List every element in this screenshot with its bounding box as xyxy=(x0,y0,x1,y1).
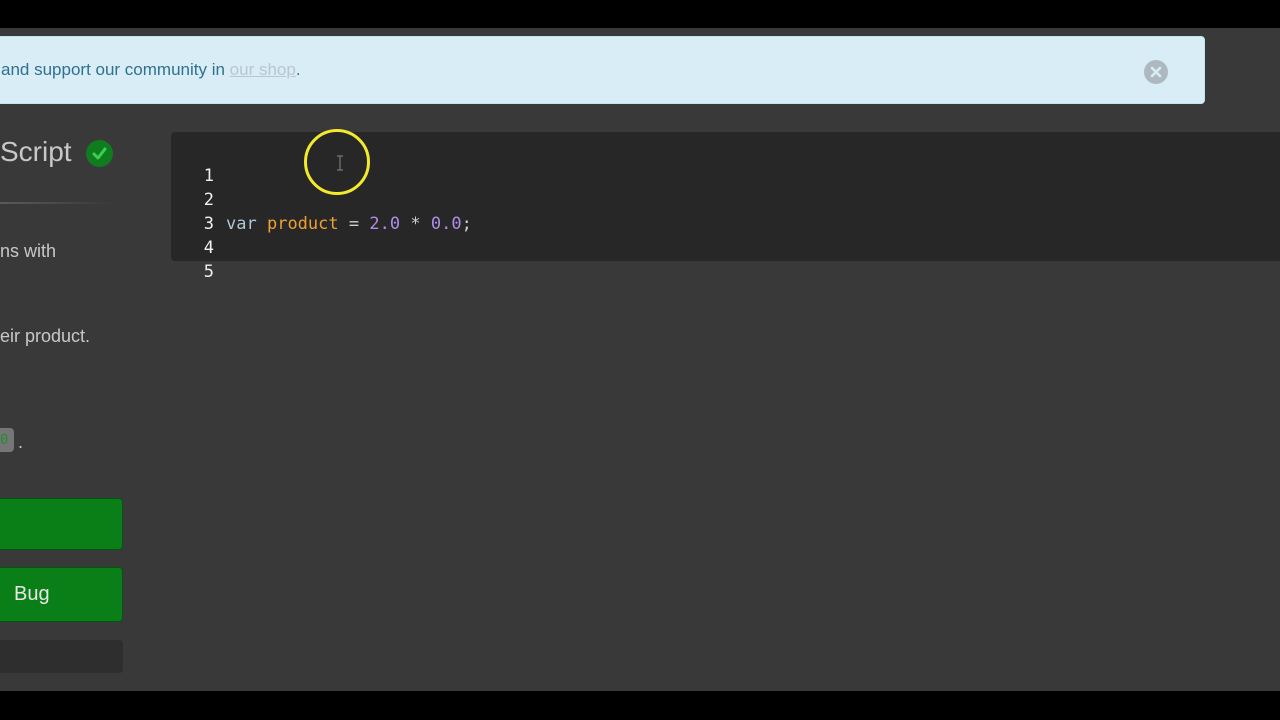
banner-text: and support our community in our shop. xyxy=(1,60,301,80)
shop-link[interactable]: our shop xyxy=(230,60,296,79)
page-viewport: and support our community in our shop. S… xyxy=(0,28,1280,691)
semicolon-token: ; xyxy=(461,214,472,234)
banner-message: and support our community in xyxy=(1,60,230,79)
variable-token: product xyxy=(266,214,339,234)
code-line[interactable]: 5 xyxy=(171,236,232,282)
code-line[interactable]: 1 xyxy=(171,140,232,186)
exercise-title: Script xyxy=(0,136,72,167)
banner-end: . xyxy=(295,60,301,79)
info-banner: and support our community in our shop. xyxy=(0,36,1205,104)
inline-code: 0 xyxy=(0,428,15,452)
code-line[interactable]: 4 xyxy=(171,212,232,258)
number-token: 0.0 xyxy=(430,214,462,234)
code-text: var product = 2.0 * 0.0; xyxy=(226,212,472,236)
report-bug-label: Bug xyxy=(14,583,50,605)
operator-token: * xyxy=(410,214,421,234)
inline-code-end: . xyxy=(18,432,24,452)
operator-token: = xyxy=(348,214,360,234)
secondary-button[interactable] xyxy=(0,640,123,673)
code-line[interactable]: 3 xyxy=(171,188,232,234)
description-line-2: eir product. xyxy=(0,326,91,346)
close-icon[interactable] xyxy=(1144,60,1168,84)
report-bug-button[interactable]: Bug xyxy=(0,567,123,622)
primary-button[interactable] xyxy=(0,498,123,550)
description-line-1: ns with xyxy=(0,241,57,261)
code-editor[interactable]: 1 2 var product = 2.0 * 0.0; 3 4 5 xyxy=(171,132,1280,282)
check-icon xyxy=(86,140,113,167)
title-divider xyxy=(0,202,114,204)
code-line[interactable]: 2 var product = 2.0 * 0.0; xyxy=(171,164,472,234)
line-number: 5 xyxy=(203,262,214,282)
number-token: 2.0 xyxy=(369,214,401,234)
